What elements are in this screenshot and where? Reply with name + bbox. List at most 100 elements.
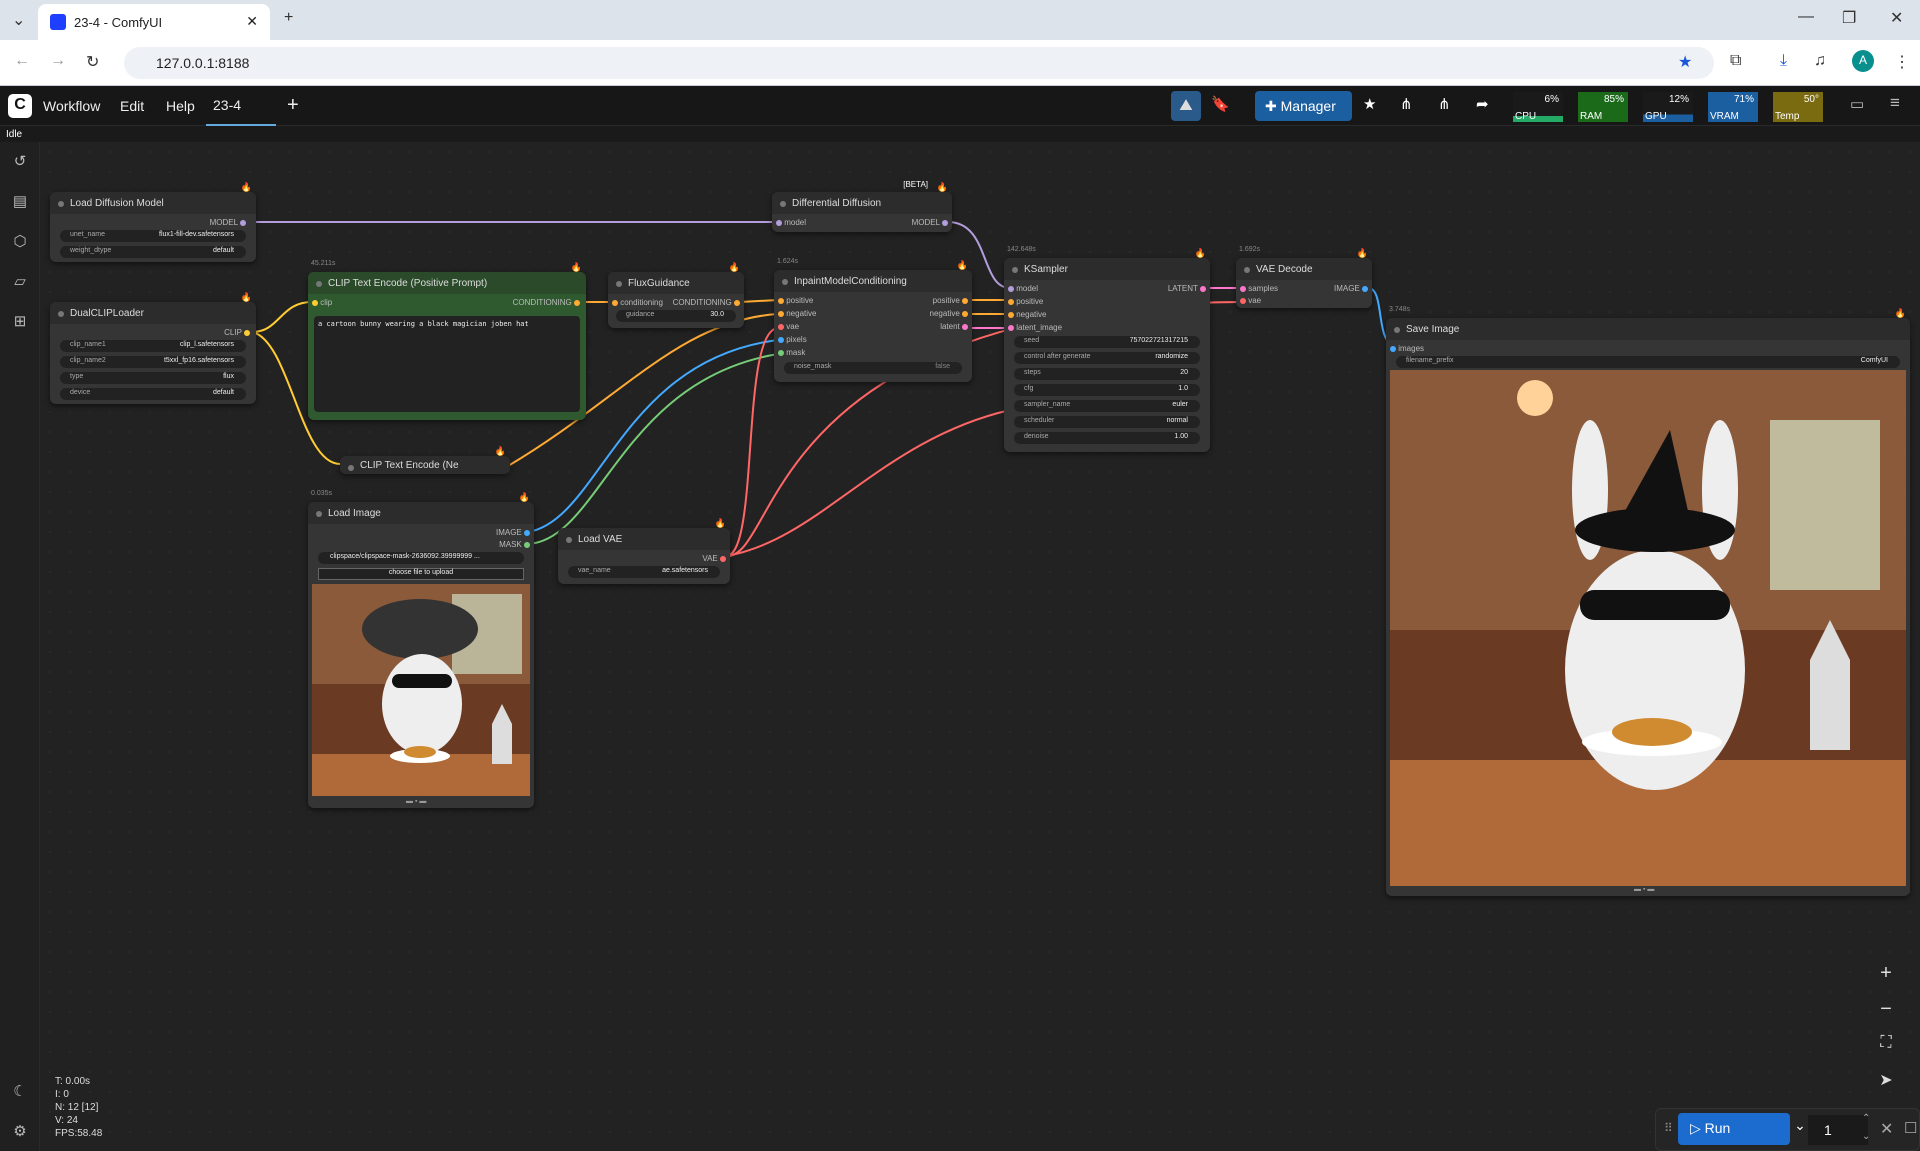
star-icon[interactable]: ★ — [1363, 95, 1376, 113]
download-icon[interactable]: ⤓ — [1780, 52, 1787, 70]
node-icon-1[interactable]: ⋔ — [1400, 95, 1413, 113]
node-title[interactable]: InpaintModelConditioning — [774, 270, 972, 292]
cancel-icon[interactable]: ✕ — [1880, 1119, 1893, 1139]
hamburger-icon[interactable]: ≡ — [1890, 93, 1900, 113]
input-conditioning[interactable]: conditioning — [612, 298, 663, 307]
output-clip[interactable]: CLIP — [224, 328, 250, 337]
manager-button[interactable]: ✚ Manager — [1255, 91, 1352, 121]
workflow-tab[interactable]: 23-4 — [206, 86, 276, 126]
node-ksampler[interactable]: 142.648s 🔥 KSampler model positive negat… — [1004, 246, 1210, 452]
filename-prefix-widget[interactable]: filename_prefix ComfyUI — [1396, 356, 1900, 368]
image-pager[interactable]: ▬ ▪ ▬ — [1634, 886, 1654, 893]
model-library-icon[interactable]: ⬡ — [10, 232, 30, 252]
output-latent[interactable]: LATENT — [1168, 284, 1206, 293]
browser-tab[interactable]: 23-4 - ComfyUI ✕ — [38, 4, 270, 40]
theme-moon-icon[interactable]: ☾ — [10, 1082, 30, 1102]
input-model[interactable]: model — [1008, 284, 1038, 293]
output-model[interactable]: MODEL — [210, 218, 246, 227]
window-close-icon[interactable]: ✕ — [1890, 8, 1903, 28]
type-widget[interactable]: type flux — [60, 372, 246, 384]
url-input[interactable]: 127.0.0.1:8188 — [124, 47, 1714, 79]
vae-name-widget[interactable]: vae_name ae.safetensors — [568, 566, 720, 578]
reload-icon[interactable]: ↻ — [86, 52, 99, 72]
output-image[interactable]: IMAGE — [496, 528, 530, 537]
minimize-icon[interactable]: — — [1798, 8, 1814, 26]
node-title[interactable]: Load Diffusion Model — [50, 192, 256, 214]
locate-icon[interactable]: ➤ — [1868, 1070, 1904, 1100]
control-after-generate-widget[interactable]: control after generate randomize — [1014, 352, 1200, 364]
input-negative[interactable]: negative — [778, 309, 816, 318]
workflows-folder-icon[interactable]: ▱ — [10, 272, 30, 292]
sampler-name-widget[interactable]: sampler_name euler — [1014, 400, 1200, 412]
extensions-icon[interactable]: ⧉ — [1730, 52, 1741, 70]
node-vae-decode[interactable]: 1.692s 🔥 VAE Decode samples vae IMAGE — [1236, 246, 1372, 308]
clip-name2-widget[interactable]: clip_name2 t5xxl_fp16.safetensors — [60, 356, 246, 368]
cfg-widget[interactable]: cfg 1.0 — [1014, 384, 1200, 396]
noise-mask-toggle[interactable]: noise_mask false — [784, 362, 962, 374]
node-title[interactable]: KSampler — [1004, 258, 1210, 280]
output-latent[interactable]: latent — [940, 322, 968, 331]
node-title[interactable]: FluxGuidance — [608, 272, 744, 294]
node-flux-guidance[interactable]: 🔥 FluxGuidance conditioning CONDITIONING… — [608, 262, 744, 328]
node-differential-diffusion[interactable]: [BETA] 🔥 Differential Diffusion model MO… — [772, 180, 952, 232]
run-button[interactable]: ▷ Run — [1678, 1113, 1790, 1145]
image-pager[interactable]: ▬ ▪ ▬ — [406, 798, 426, 805]
node-dualcliploader[interactable]: 🔥 DualCLIPLoader CLIP clip_name1 clip_l.s… — [50, 292, 256, 404]
fit-view-icon[interactable]: ⛶ — [1868, 1034, 1904, 1064]
node-title[interactable]: Differential Diffusion — [772, 192, 952, 214]
node-title[interactable]: Load Image — [308, 502, 534, 524]
scheduler-widget[interactable]: scheduler normal — [1014, 416, 1200, 428]
input-pixels[interactable]: pixels — [778, 335, 807, 344]
back-icon[interactable]: ← — [14, 52, 30, 70]
close-icon[interactable]: ✕ — [246, 13, 258, 30]
unet-name-widget[interactable]: unet_name flux1-fill-dev.safetensors — [60, 230, 246, 242]
input-positive[interactable]: positive — [1008, 297, 1043, 306]
node-title[interactable]: CLIP Text Encode (Ne — [340, 456, 510, 474]
output-positive[interactable]: positive — [933, 296, 968, 305]
output-conditioning[interactable]: CONDITIONING — [673, 298, 740, 307]
clip-name1-widget[interactable]: clip_name1 clip_l.safetensors — [60, 340, 246, 352]
image-file-widget[interactable]: clipspace/clipspace-mask-2636092.3999999… — [318, 552, 524, 564]
queue-square-icon[interactable]: ☐ — [1904, 1119, 1917, 1137]
prompt-textarea[interactable]: a cartoon bunny wearing a black magician… — [314, 316, 580, 412]
node-title[interactable]: CLIP Text Encode (Positive Prompt) — [308, 272, 586, 294]
tab-search-icon[interactable]: ⌄ — [12, 10, 25, 30]
restore-icon[interactable]: ❐ — [1842, 8, 1856, 28]
node-title[interactable]: VAE Decode — [1236, 258, 1372, 280]
zoom-in-icon[interactable]: + — [1868, 962, 1904, 992]
seed-widget[interactable]: seed 757022721317215 — [1014, 336, 1200, 348]
decrement-icon[interactable]: ⌄ — [1862, 1131, 1870, 1142]
input-model[interactable]: model — [776, 218, 806, 227]
panel-icon[interactable]: ▭ — [1850, 95, 1864, 113]
settings-gear-icon[interactable]: ⚙ — [10, 1122, 30, 1142]
node-clip-text-encode-positive[interactable]: 45.211s 🔥 CLIP Text Encode (Positive Pro… — [308, 260, 586, 420]
input-image-preview[interactable] — [312, 584, 530, 796]
avatar[interactable]: A — [1852, 50, 1874, 72]
history-icon[interactable]: ↺ — [10, 152, 30, 172]
bookmark-star-icon[interactable]: ★ — [1678, 52, 1692, 72]
guidance-widget[interactable]: guidance 30.0 — [616, 310, 736, 322]
drag-handle-icon[interactable]: ⠿ — [1664, 1121, 1673, 1135]
run-mode-chevron-icon[interactable]: ⌄ — [1790, 1117, 1810, 1145]
increment-icon[interactable]: ⌃ — [1862, 1113, 1870, 1124]
input-positive[interactable]: positive — [778, 296, 813, 305]
input-mask[interactable]: mask — [778, 348, 805, 357]
output-image-preview[interactable] — [1390, 370, 1906, 886]
node-title[interactable]: DualCLIPLoader — [50, 302, 256, 324]
share-icon[interactable]: ➦ — [1476, 95, 1489, 113]
node-icon-2[interactable]: ⋔ — [1438, 95, 1451, 113]
input-samples[interactable]: samples — [1240, 284, 1278, 293]
menu-help[interactable]: Help — [166, 98, 195, 114]
output-conditioning[interactable]: CONDITIONING — [513, 298, 580, 307]
comfy-logo-icon[interactable]: C — [8, 94, 32, 118]
weight-dtype-widget[interactable]: weight_dtype default — [60, 246, 246, 258]
new-tab-icon[interactable]: + — [284, 9, 293, 27]
node-inpaint-model-conditioning[interactable]: 1.624s 🔥 InpaintModelConditioning positi… — [774, 258, 972, 382]
output-model[interactable]: MODEL — [912, 218, 948, 227]
output-negative[interactable]: negative — [930, 309, 968, 318]
menu-edit[interactable]: Edit — [120, 98, 144, 114]
batch-count-input[interactable]: 1 — [1808, 1115, 1868, 1145]
input-clip[interactable]: clip — [312, 298, 332, 307]
node-load-image[interactable]: 0.035s 🔥 Load Image IMAGE MASK clipspace… — [308, 490, 534, 808]
choose-file-button[interactable]: choose file to upload — [318, 568, 524, 580]
